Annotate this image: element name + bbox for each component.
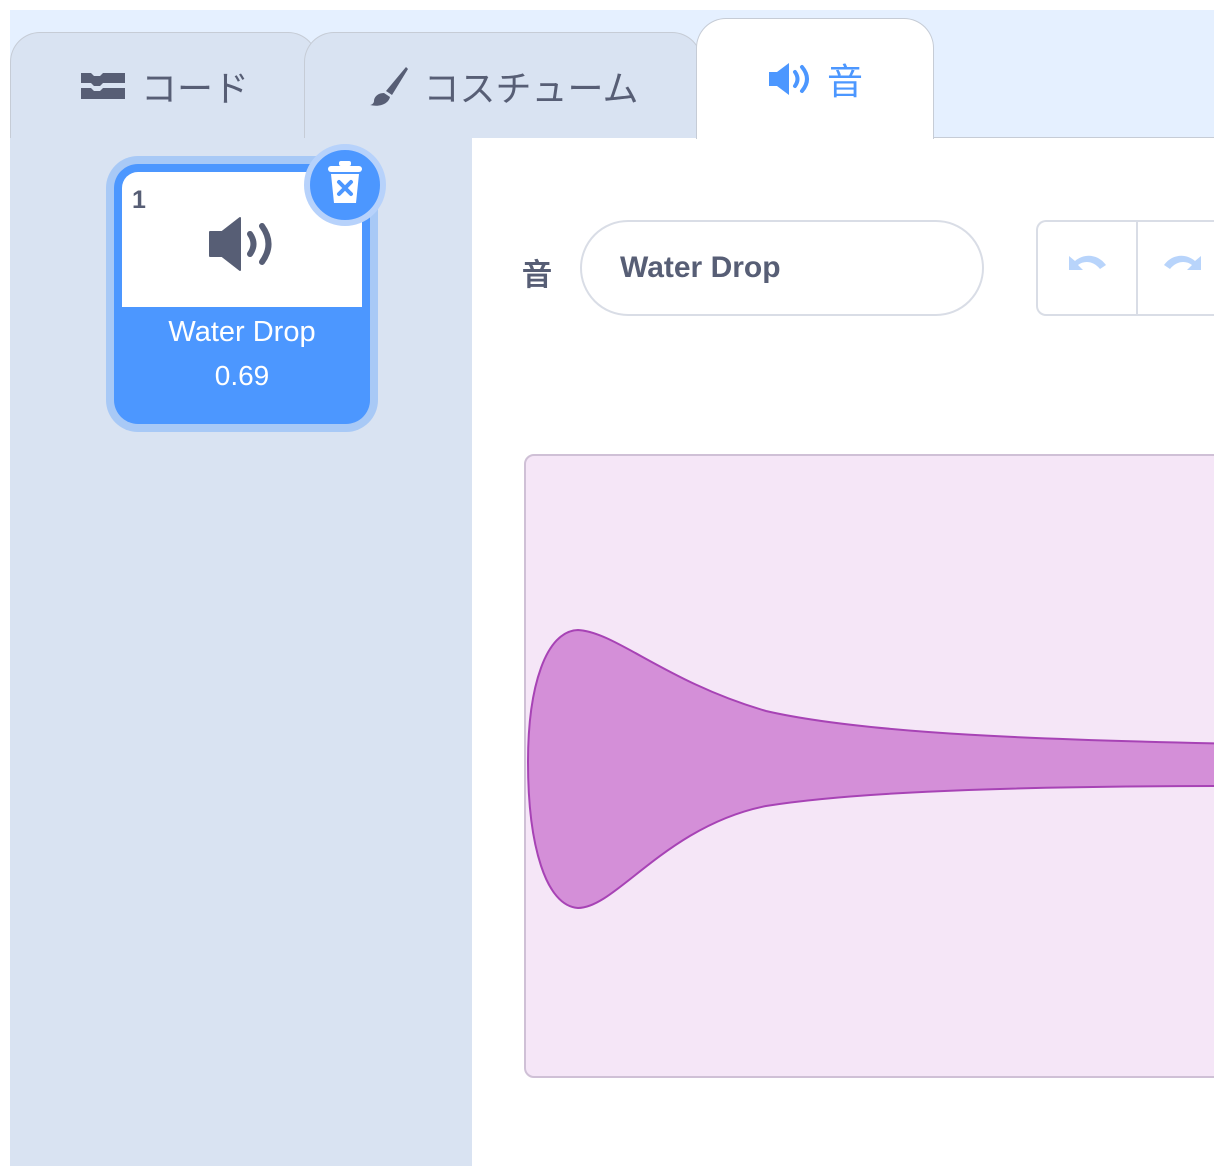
editor-tab-bar: コード コスチューム 音: [10, 10, 1214, 139]
paintbrush-icon: [368, 65, 410, 107]
undo-redo-group: [1036, 220, 1214, 316]
tab-sounds[interactable]: 音: [696, 18, 934, 139]
speaker-icon: [208, 216, 278, 277]
tab-code-label: コード: [140, 67, 249, 109]
redo-button[interactable]: [1138, 222, 1214, 316]
sound-name-label: 音: [522, 259, 552, 292]
speaker-icon: [767, 61, 813, 97]
sound-item-name: Water Drop: [168, 316, 316, 348]
trash-delete-icon: [327, 160, 363, 210]
sound-editor-window: コード コスチューム 音 1 Water Drop 0.69 音 Water D…: [10, 10, 1214, 1166]
tab-costumes[interactable]: コスチューム: [304, 32, 702, 138]
undo-button[interactable]: [1038, 222, 1136, 316]
waveform-display[interactable]: [524, 454, 1214, 1078]
redo-icon: [1161, 252, 1205, 287]
sound-name-input[interactable]: Water Drop: [580, 220, 984, 316]
waveform-graph: [526, 628, 1214, 910]
tab-code[interactable]: コード: [10, 32, 318, 138]
code-blocks-icon: [79, 70, 127, 102]
sound-item-duration: 0.69: [214, 360, 270, 391]
tab-sounds-label: 音: [826, 61, 863, 102]
tab-costumes-label: コスチューム: [423, 67, 639, 109]
sound-item-index: 1: [132, 186, 146, 214]
waveform-shape: [526, 628, 1214, 910]
delete-sound-button[interactable]: [304, 144, 386, 226]
sound-editor-panel: 音 Water Drop: [472, 138, 1214, 1166]
undo-icon: [1065, 252, 1109, 287]
